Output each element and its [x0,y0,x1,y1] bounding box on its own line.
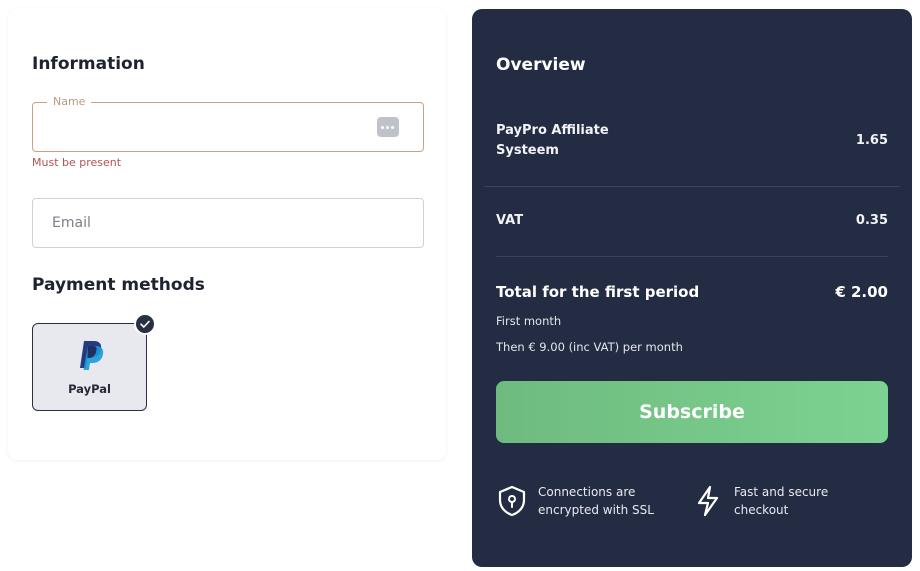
ssl-feature-text: Connections are encrypted with SSL [538,485,654,517]
lightning-icon [697,485,719,517]
paypal-label: PayPal [68,382,111,396]
overview-panel: Overview PayPro Affiliate Systeem 1.65 V… [472,9,912,567]
fast-checkout-feature: Fast and secure checkout [692,483,864,519]
email-field[interactable]: Email [32,198,424,248]
total-amount: € 2.00 [835,283,888,301]
password-manager-icon[interactable] [377,117,399,137]
recurring-price-note: Then € 9.00 (inc VAT) per month [496,340,683,354]
payment-methods-heading: Payment methods [32,275,205,295]
paypal-logo-icon [80,341,104,370]
product-price: 1.65 [855,133,888,148]
total-label: Total for the first period [496,283,700,301]
subscribe-button[interactable]: Subscribe [496,381,888,443]
product-name: PayPro Affiliate Systeem [496,123,609,158]
divider [484,186,900,187]
information-card: Information Name Must be present Email P… [8,8,446,460]
vat-amount: 0.35 [855,213,888,228]
information-heading: Information [32,54,145,74]
vat-label: VAT [496,213,524,228]
divider [496,256,888,257]
fast-checkout-text: Fast and secure checkout [734,485,829,517]
ssl-feature: Connections are encrypted with SSL [496,483,668,519]
overview-heading: Overview [496,55,586,75]
payment-option-paypal[interactable]: PayPal [32,323,147,411]
name-field[interactable]: Name [32,95,424,152]
name-field-label: Name [47,95,92,108]
email-placeholder: Email [52,215,91,231]
selected-check-icon [134,313,156,335]
first-month-note: First month [496,314,562,328]
shield-lock-icon [498,485,526,517]
name-error-message: Must be present [32,156,122,169]
